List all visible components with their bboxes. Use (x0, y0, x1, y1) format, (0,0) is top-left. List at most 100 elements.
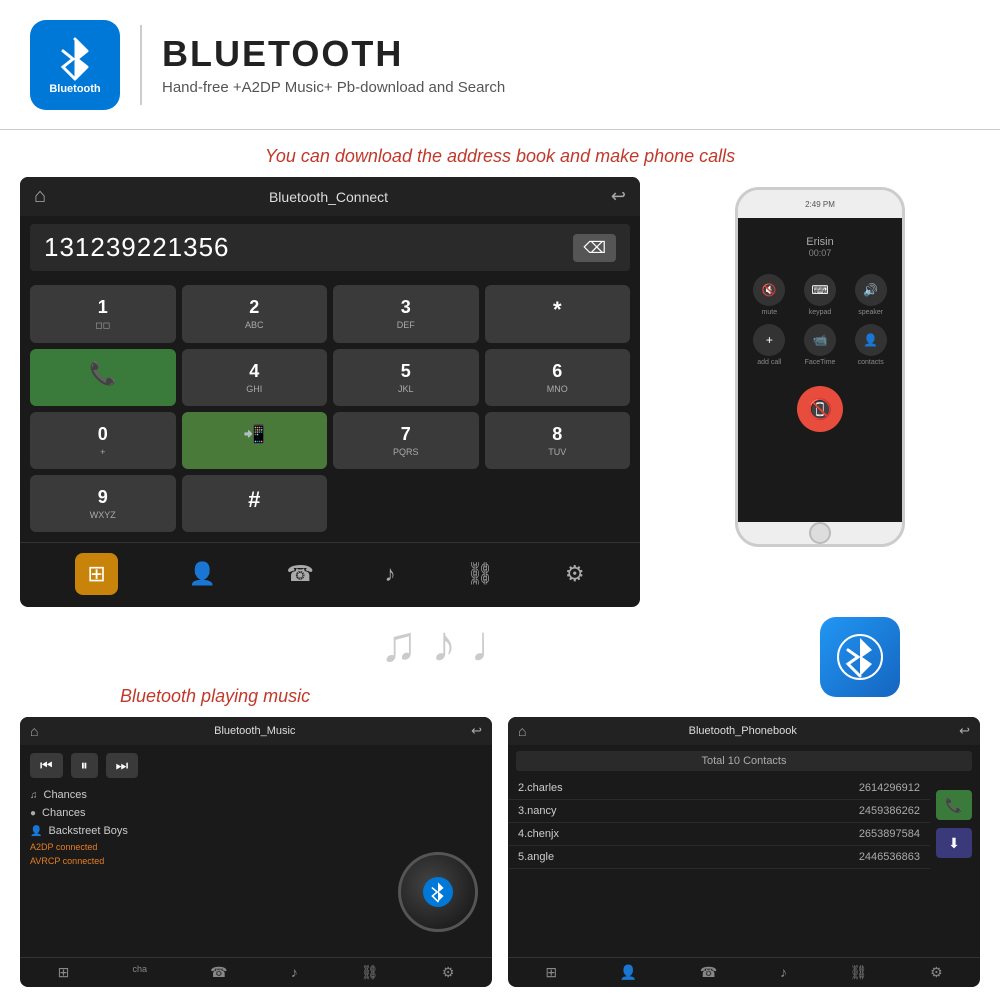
pb-nav-music[interactable]: ♪ (780, 964, 787, 981)
middle-section: Bluetooth playing music ♫ ♪ ♩ (0, 607, 1000, 717)
pb-back-icon[interactable]: ↩ (959, 723, 970, 739)
keypad-grid: 1◻◻ 2ABC 3DEF * 📞 4GHI 5JKL 6MNO 0+ 📲 7P… (20, 279, 640, 538)
key-3[interactable]: 3DEF (333, 285, 479, 343)
music-nav-cha[interactable]: cha (132, 964, 147, 981)
key-4[interactable]: 4GHI (182, 349, 328, 406)
music-home-icon[interactable]: ⌂ (30, 723, 38, 739)
contact-1-num: 2614296912 (859, 782, 920, 794)
key-1[interactable]: 1◻◻ (30, 285, 176, 343)
pb-total: Total 10 Contacts (516, 751, 972, 771)
phone-call-time: 00:07 (809, 248, 832, 258)
home-icon[interactable]: ⌂ (34, 185, 46, 208)
page-subtitle: Hand-free +A2DP Music+ Pb-download and S… (162, 79, 505, 96)
contact-row-3: 4.chenjx 2653897584 (508, 823, 930, 846)
contacts-icon-circle: 👤 (855, 324, 887, 356)
track-2-icon: ● (30, 808, 36, 819)
nav-settings-icon[interactable]: ⚙ (565, 561, 585, 587)
music-screen-header: ⌂ Bluetooth_Music ↩ (20, 717, 492, 745)
track-item-2: ● Chances (30, 804, 482, 822)
pb-call-button[interactable]: 📞 (936, 790, 972, 820)
addcall-label: add call (757, 359, 781, 366)
phone-action-grid: 🔇 mute ⌨ keypad 🔊 speaker + add call (748, 274, 892, 366)
phone-mockup: 2:49 PM Erisin 00:07 🔇 mute ⌨ keypad 🔊 (660, 177, 980, 607)
key-8[interactable]: 8TUV (485, 412, 631, 469)
key-star[interactable]: * (485, 285, 631, 343)
phone-contacts-btn[interactable]: 👤 contacts (849, 324, 892, 366)
pb-screen-title: Bluetooth_Phonebook (689, 725, 797, 737)
key-0[interactable]: 0+ (30, 412, 176, 469)
pb-bottom-nav: ⊞ 👤 ☎ ♪ ⛓ ⚙ (508, 957, 980, 987)
contact-4-name: 5.angle (518, 851, 554, 863)
logo-label: Bluetooth (49, 83, 100, 95)
phone-mute-btn[interactable]: 🔇 mute (748, 274, 791, 316)
pb-nav-link[interactable]: ⛓ (850, 964, 868, 981)
dialpad-bottom-nav: ⊞ 👤 ☎ ♪ ⛓ ⚙ (20, 542, 640, 605)
pb-download-button[interactable]: ⬇ (936, 828, 972, 858)
track-item-1: ♫ Chances (30, 786, 482, 804)
key-2[interactable]: 2ABC (182, 285, 328, 343)
phone-caller-name: Erisin (806, 236, 834, 248)
back-icon[interactable]: ↩ (611, 186, 626, 207)
nav-menu-icon[interactable]: ⊞ (75, 553, 117, 595)
music-notes-decoration: ♫ ♪ ♩ (380, 615, 520, 673)
key-hash[interactable]: # (182, 475, 328, 532)
phone-keypad-btn[interactable]: ⌨ keypad (799, 274, 842, 316)
speaker-icon-circle: 🔊 (855, 274, 887, 306)
contact-3-name: 4.chenjx (518, 828, 559, 840)
addcall-icon-circle: + (753, 324, 785, 356)
contact-3-num: 2653897584 (859, 828, 920, 840)
contact-4-num: 2446536863 (859, 851, 920, 863)
pb-nav-menu[interactable]: ⊞ (545, 964, 557, 981)
vinyl-disc (398, 852, 478, 932)
pb-nav-contacts[interactable]: 👤 (620, 964, 637, 981)
nav-phone-icon[interactable]: ☎ (287, 561, 314, 587)
track-item-3: 👤 Backstreet Boys (30, 822, 482, 840)
music-controls: ⏮ ⏸ ⏭ (20, 745, 492, 782)
track-1-name: Chances (44, 789, 87, 801)
next-button[interactable]: ⏭ (106, 753, 139, 778)
nav-music-icon[interactable]: ♪ (385, 561, 396, 587)
end-call-button[interactable]: 📵 (797, 386, 843, 432)
music-nav-phone[interactable]: ☎ (210, 964, 227, 981)
phone-addcall-btn[interactable]: + add call (748, 324, 791, 366)
music-section-label: Bluetooth playing music (120, 686, 310, 707)
pb-home-icon[interactable]: ⌂ (518, 723, 526, 739)
key-call[interactable]: 📞 (30, 349, 176, 406)
key-7[interactable]: 7PQRS (333, 412, 479, 469)
pb-action-buttons: 📞 ⬇ (936, 790, 972, 858)
key-5[interactable]: 5JKL (333, 349, 479, 406)
dialpad-title: Bluetooth_Connect (269, 189, 388, 205)
music-back-icon[interactable]: ↩ (471, 723, 482, 739)
phone-facetime-btn[interactable]: 📹 FaceTime (799, 324, 842, 366)
key-9[interactable]: 9WXYZ (30, 475, 176, 532)
facetime-icon-circle: 📹 (804, 324, 836, 356)
pb-nav-settings[interactable]: ⚙ (930, 964, 943, 981)
phone-speaker-btn[interactable]: 🔊 speaker (849, 274, 892, 316)
key-call2[interactable]: 📲 (182, 412, 328, 469)
contact-1-name: 2.charles (518, 782, 563, 794)
pb-nav-phone[interactable]: ☎ (700, 964, 717, 981)
music-nav-menu[interactable]: ⊞ (58, 964, 70, 981)
phone-status-bar: 2:49 PM (738, 190, 902, 218)
nav-link-icon[interactable]: ⛓ (466, 561, 494, 587)
music-nav-settings[interactable]: ⚙ (442, 964, 455, 981)
header-divider (140, 25, 142, 105)
music-nav-link[interactable]: ⛓ (361, 964, 379, 981)
delete-button[interactable]: ⌫ (573, 234, 616, 262)
speaker-label: speaker (858, 309, 883, 316)
music-nav-music[interactable]: ♪ (291, 964, 298, 981)
bluetooth-logo: Bluetooth (30, 20, 120, 110)
track-3-icon: 👤 (30, 826, 42, 837)
music-screen-title: Bluetooth_Music (214, 725, 295, 737)
page-title: BLUETOOTH (162, 33, 505, 75)
pause-button[interactable]: ⏸ (71, 753, 98, 778)
tagline: You can download the address book and ma… (0, 130, 1000, 177)
music-screen: ⌂ Bluetooth_Music ↩ ⏮ ⏸ ⏭ ♫ Chances ● Ch… (20, 717, 492, 987)
pb-screen-header: ⌂ Bluetooth_Phonebook ↩ (508, 717, 980, 745)
phone-home-button[interactable] (809, 522, 831, 544)
nav-contacts-icon[interactable]: 👤 (188, 561, 215, 587)
key-6[interactable]: 6MNO (485, 349, 631, 406)
track-1-icon: ♫ (30, 790, 38, 801)
prev-button[interactable]: ⏮ (30, 753, 63, 778)
phone-screen: Erisin 00:07 🔇 mute ⌨ keypad 🔊 speaker (738, 218, 902, 522)
